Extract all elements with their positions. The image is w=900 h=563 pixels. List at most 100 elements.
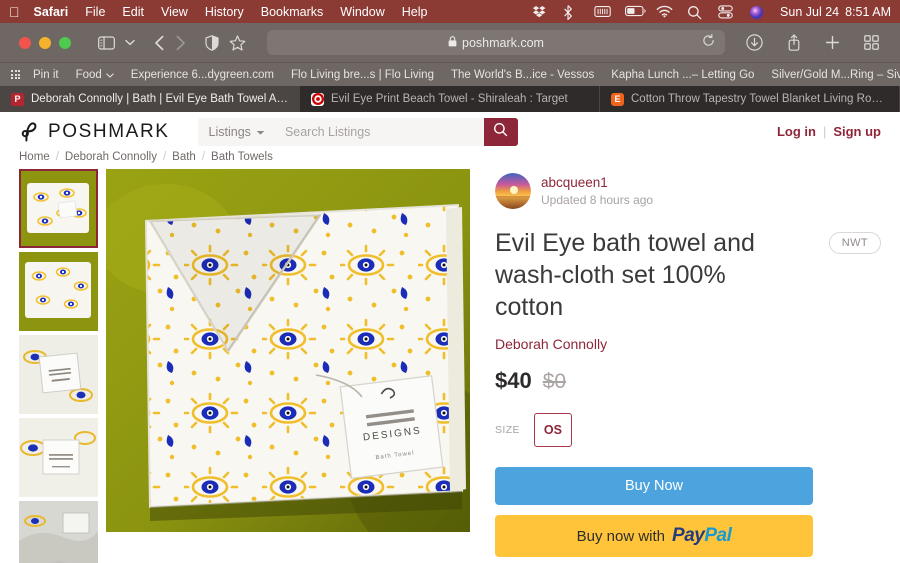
bluetooth-icon[interactable] bbox=[563, 4, 579, 20]
reload-icon[interactable] bbox=[702, 33, 715, 52]
title-row: Evil Eye bath towel and wash-cloth set 1… bbox=[495, 228, 881, 323]
menu-item-help[interactable]: Help bbox=[402, 5, 428, 19]
maximize-button[interactable] bbox=[59, 36, 71, 49]
tab-bar: P Deborah Connolly | Bath | Evil Eye Bat… bbox=[0, 86, 900, 112]
bookmark-experience[interactable]: Experience 6...dygreen.com bbox=[131, 69, 274, 81]
minimize-button[interactable] bbox=[39, 36, 51, 49]
bookmarks-bar: Pin it Food Experience 6...dygreen.com F… bbox=[0, 62, 900, 86]
bookmark-label: Pin it bbox=[33, 68, 59, 81]
menu-item-bookmarks[interactable]: Bookmarks bbox=[261, 5, 324, 19]
download-icon[interactable] bbox=[741, 30, 768, 56]
siri-icon[interactable] bbox=[749, 5, 765, 19]
listing-content: DESIGNS Bath Towel abcqueen1 Updated 8 h… bbox=[0, 169, 900, 563]
bookmark-kapha-lunch[interactable]: Kapha Lunch ...– Letting Go bbox=[611, 69, 754, 81]
listings-dropdown[interactable]: Listings bbox=[197, 117, 276, 146]
signup-link[interactable]: Sign up bbox=[833, 124, 881, 139]
thumbnail-3[interactable] bbox=[19, 335, 98, 414]
size-row: SIZE OS bbox=[495, 413, 881, 448]
auth-separator: | bbox=[822, 124, 827, 139]
forward-arrow-icon bbox=[170, 30, 191, 56]
thumbnail-1[interactable] bbox=[19, 169, 98, 248]
sidebar-icon[interactable] bbox=[93, 30, 120, 56]
share-icon[interactable] bbox=[782, 30, 806, 56]
bookmark-flo-living[interactable]: Flo Living bre...s | Flo Living bbox=[291, 69, 434, 81]
target-favicon bbox=[311, 92, 324, 106]
breadcrumb-item-bath[interactable]: Bath bbox=[172, 151, 196, 163]
breadcrumb-separator: / bbox=[201, 151, 206, 163]
menu-item-history[interactable]: History bbox=[205, 5, 244, 19]
size-value-button[interactable]: OS bbox=[533, 413, 572, 448]
paypal-logo: PayPal bbox=[672, 525, 732, 547]
buy-now-button[interactable]: Buy Now bbox=[495, 467, 813, 506]
tab-label: Cotton Throw Tapestry Towel Blanket Livi… bbox=[631, 93, 888, 105]
lock-icon bbox=[448, 35, 457, 50]
apple-icon[interactable]:  bbox=[9, 5, 20, 19]
address-bar[interactable]: poshmark.com bbox=[267, 30, 725, 55]
wifi-icon[interactable] bbox=[656, 5, 673, 19]
chevron-down-icon[interactable] bbox=[120, 30, 140, 56]
chevron-down-icon bbox=[106, 69, 114, 81]
url-text-group: poshmark.com bbox=[448, 36, 544, 50]
seller-text: abcqueen1 Updated 8 hours ago bbox=[541, 174, 653, 208]
battery-widget-icon[interactable] bbox=[594, 5, 611, 19]
poshmark-logo-icon bbox=[19, 121, 41, 143]
menu-item-window[interactable]: Window bbox=[340, 5, 384, 19]
listing-details: abcqueen1 Updated 8 hours ago Evil Eye b… bbox=[470, 169, 881, 563]
breadcrumb-separator: / bbox=[162, 151, 167, 163]
apps-grid-icon[interactable] bbox=[11, 70, 20, 79]
seller-row[interactable]: abcqueen1 Updated 8 hours ago bbox=[495, 173, 881, 209]
thumbnail-5[interactable] bbox=[19, 501, 98, 563]
tab-target[interactable]: Evil Eye Print Beach Towel - Shiraleah :… bbox=[300, 86, 600, 112]
plus-icon[interactable] bbox=[820, 30, 845, 56]
menubar-date[interactable]: Sun Jul 24 bbox=[780, 5, 839, 19]
bookmark-label: Experience 6...dygreen.com bbox=[130, 68, 274, 81]
poshmark-page: POSHMARK Listings Search Listings Log in… bbox=[0, 112, 900, 563]
tab-poshmark[interactable]: P Deborah Connolly | Bath | Evil Eye Bat… bbox=[0, 86, 300, 112]
menubar-time[interactable]: 8:51 AM bbox=[845, 5, 891, 19]
thumbnail-strip bbox=[19, 169, 98, 563]
thumbnail-4[interactable] bbox=[19, 418, 98, 497]
menu-item-view[interactable]: View bbox=[161, 5, 188, 19]
auth-links: Log in | Sign up bbox=[777, 124, 881, 139]
login-link[interactable]: Log in bbox=[777, 124, 816, 139]
search-submit-button[interactable] bbox=[483, 117, 518, 146]
bookmark-sivana[interactable]: Silver/Gold M...Ring – Sivana bbox=[771, 69, 900, 81]
paypal-buy-button[interactable]: Buy now with PayPal bbox=[495, 515, 813, 558]
bookmark-pin-it[interactable]: Pin it bbox=[33, 69, 59, 81]
search-icon[interactable] bbox=[687, 5, 703, 19]
tab-etsy[interactable]: E Cotton Throw Tapestry Towel Blanket Li… bbox=[600, 86, 900, 112]
paypal-pay-text: Pay bbox=[672, 525, 705, 547]
close-button[interactable] bbox=[19, 36, 31, 49]
menu-item-edit[interactable]: Edit bbox=[122, 5, 144, 19]
breadcrumb-item-seller[interactable]: Deborah Connolly bbox=[65, 151, 157, 163]
poshmark-logo[interactable]: POSHMARK bbox=[19, 121, 170, 143]
control-center-icon[interactable] bbox=[718, 4, 734, 19]
bookmark-food[interactable]: Food bbox=[76, 69, 114, 81]
search-icon bbox=[493, 122, 508, 142]
bookmark-label: Food bbox=[75, 68, 102, 81]
privacy-shield-icon[interactable] bbox=[200, 30, 224, 56]
price-row: $40 $0 bbox=[495, 368, 881, 394]
menu-item-safari[interactable]: Safari bbox=[34, 5, 69, 19]
toolbar-right-actions bbox=[741, 30, 888, 56]
bookmark-vessos[interactable]: The World's B...ice - Vessos bbox=[451, 69, 594, 81]
brand-link[interactable]: Deborah Connolly bbox=[495, 336, 881, 352]
current-price: $40 bbox=[495, 368, 532, 394]
breadcrumb: Home / Deborah Connolly / Bath / Bath To… bbox=[0, 151, 900, 169]
search-input[interactable]: Search Listings bbox=[275, 117, 484, 146]
thumbnail-2[interactable] bbox=[19, 252, 98, 331]
tab-overview-icon[interactable] bbox=[859, 30, 884, 56]
seller-username[interactable]: abcqueen1 bbox=[541, 174, 653, 192]
menu-item-file[interactable]: File bbox=[85, 5, 105, 19]
listings-dropdown-label: Listings bbox=[208, 124, 251, 139]
back-arrow-icon[interactable] bbox=[149, 30, 170, 56]
main-product-image[interactable]: DESIGNS Bath Towel bbox=[106, 169, 470, 532]
search-placeholder: Search Listings bbox=[284, 124, 371, 139]
star-icon[interactable] bbox=[224, 30, 251, 56]
breadcrumb-item-home[interactable]: Home bbox=[19, 151, 50, 163]
url-value: poshmark.com bbox=[462, 35, 544, 50]
battery-icon[interactable] bbox=[625, 5, 646, 19]
dropbox-icon[interactable] bbox=[532, 5, 548, 19]
seller-avatar-sunset[interactable] bbox=[495, 173, 531, 209]
breadcrumb-item-bath-towels[interactable]: Bath Towels bbox=[211, 151, 273, 163]
